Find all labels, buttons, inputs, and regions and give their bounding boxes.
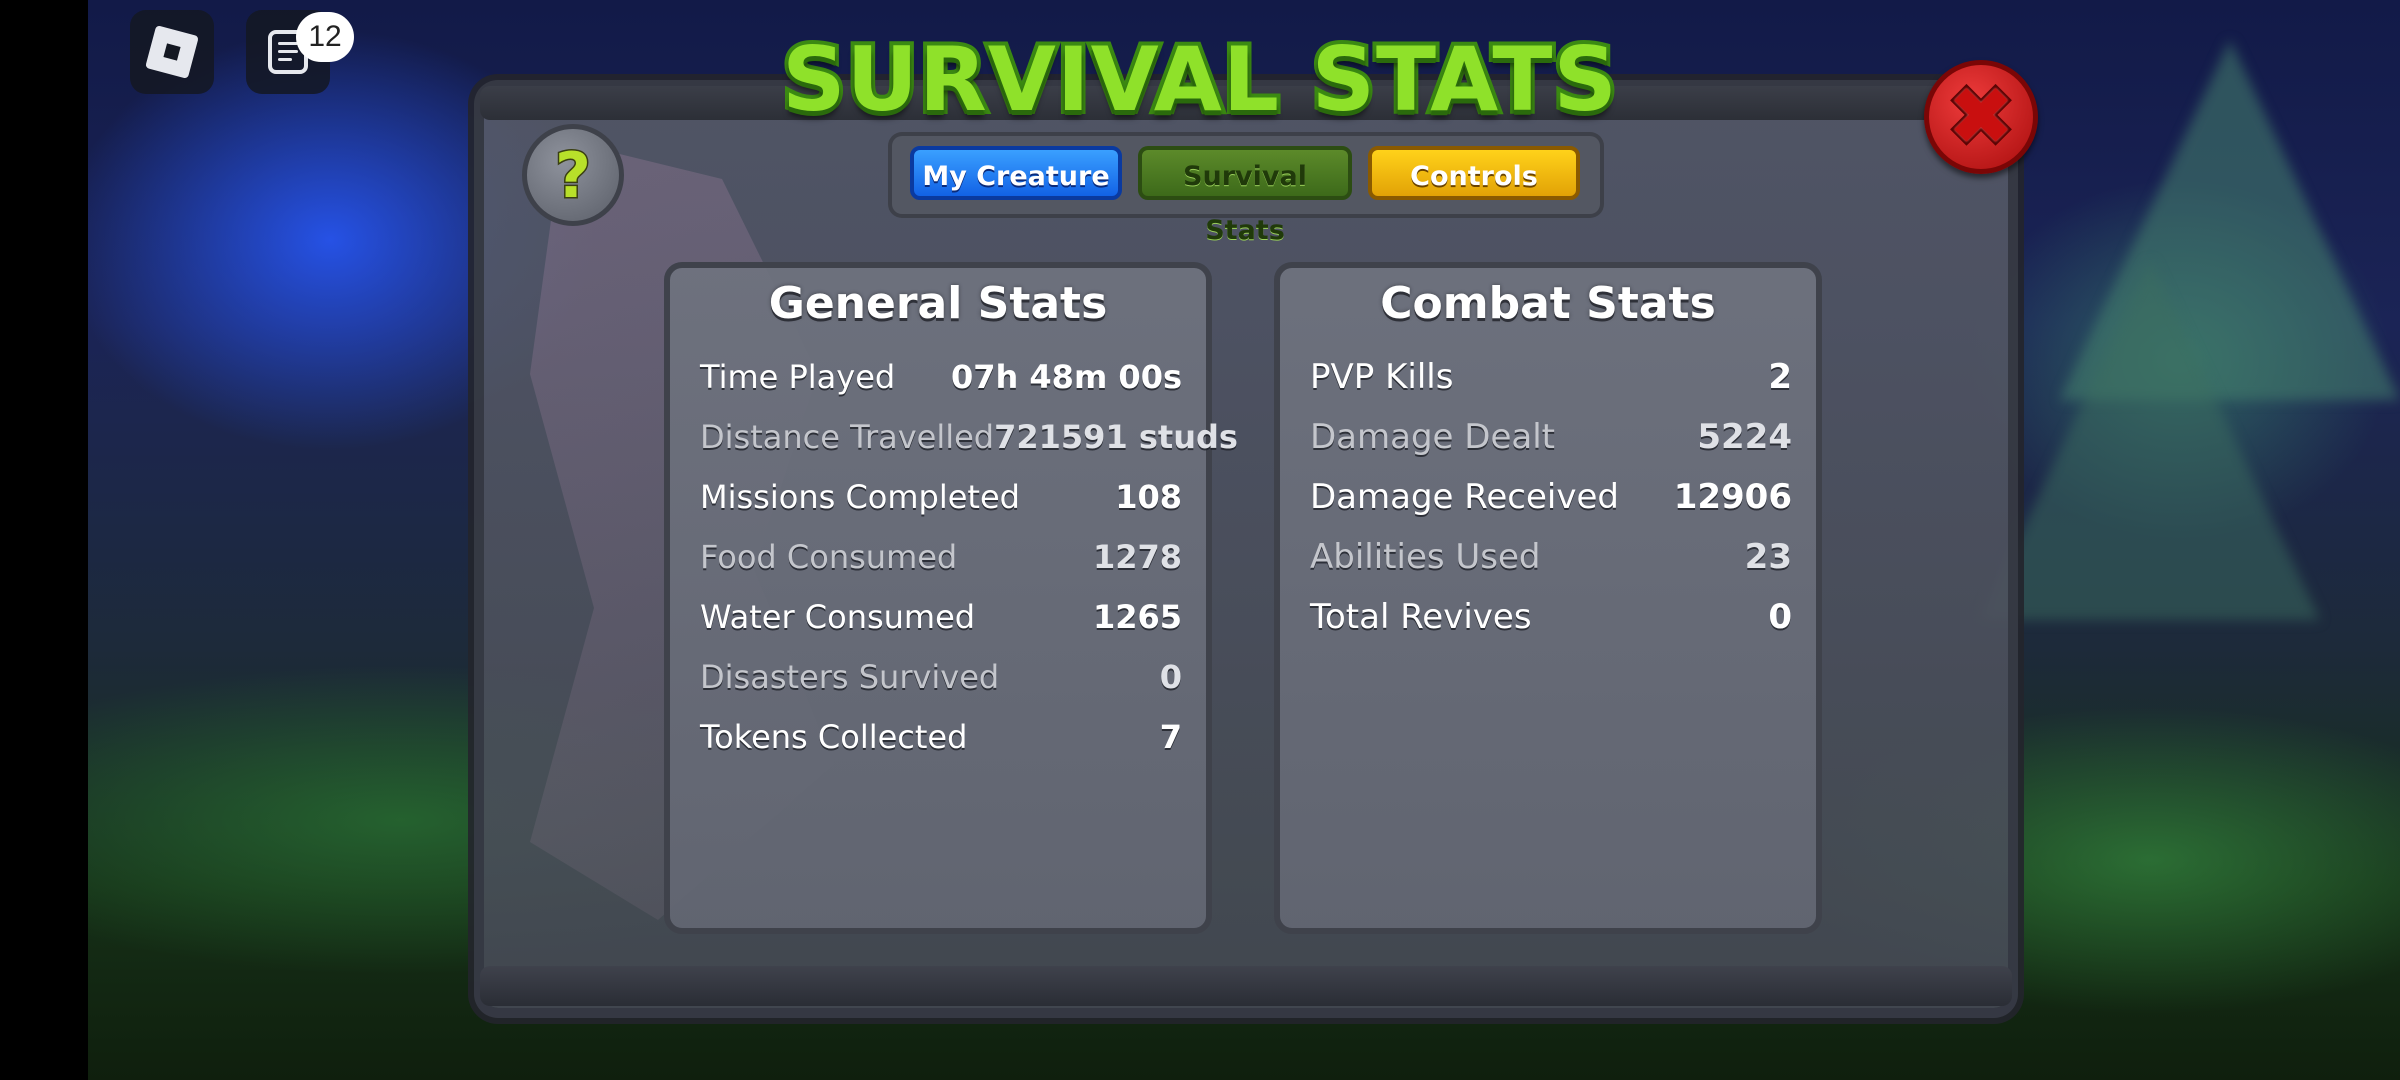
stat-value: 2 bbox=[1768, 357, 1792, 397]
game-viewport: 12 SURVIVAL STATS ? ✖ My Creature Surviv… bbox=[0, 0, 2400, 1080]
close-button[interactable]: ✖ bbox=[1924, 60, 2038, 174]
stat-value: 23 bbox=[1744, 537, 1792, 577]
stat-label: Tokens Collected bbox=[700, 718, 968, 756]
stat-row-water-consumed: Water Consumed 1265 bbox=[700, 592, 1182, 642]
stat-row-damage-received: Damage Received 12906 bbox=[1310, 472, 1792, 522]
stat-row-food-consumed: Food Consumed 1278 bbox=[700, 532, 1182, 582]
stat-label: Damage Dealt bbox=[1310, 417, 1555, 457]
stat-label: Water Consumed bbox=[700, 598, 976, 636]
close-icon: ✖ bbox=[1944, 70, 2017, 163]
stat-label: Total Revives bbox=[1310, 597, 1532, 637]
stat-label: PVP Kills bbox=[1310, 357, 1454, 397]
panel-frame-bottom bbox=[480, 966, 2012, 1006]
stat-value: 108 bbox=[1115, 478, 1182, 516]
stat-label: Missions Completed bbox=[700, 478, 1020, 516]
question-icon: ? bbox=[554, 137, 593, 213]
stat-row-disasters-survived: Disasters Survived 0 bbox=[700, 652, 1182, 702]
stat-value: 721591 studs bbox=[994, 418, 1238, 456]
stat-label: Abilities Used bbox=[1310, 537, 1541, 577]
stat-value: 5224 bbox=[1697, 417, 1792, 457]
stat-value: 0 bbox=[1768, 597, 1792, 637]
stat-label: Time Played bbox=[700, 358, 896, 396]
stat-row-total-revives: Total Revives 0 bbox=[1310, 592, 1792, 642]
background-tree bbox=[1980, 260, 2320, 620]
combat-stats-title: Combat Stats bbox=[1380, 278, 1716, 329]
stat-label: Damage Received bbox=[1310, 477, 1619, 517]
panel-title: SURVIVAL STATS bbox=[778, 24, 1621, 135]
combat-stats-card: Combat Stats PVP Kills 2 Damage Dealt 52… bbox=[1274, 262, 1822, 934]
screen-edge bbox=[0, 0, 88, 1080]
stat-label: Food Consumed bbox=[700, 538, 958, 576]
stat-row-pvp-kills: PVP Kills 2 bbox=[1310, 352, 1792, 402]
stat-row-missions-completed: Missions Completed 108 bbox=[700, 472, 1182, 522]
stat-value: 7 bbox=[1159, 718, 1182, 756]
general-stats-title: General Stats bbox=[768, 278, 1108, 329]
stat-row-abilities-used: Abilities Used 23 bbox=[1310, 532, 1792, 582]
help-button[interactable]: ? bbox=[522, 124, 624, 226]
stat-row-distance-travelled: Distance Travelled 721591 studs bbox=[700, 412, 1238, 462]
stat-row-time-played: Time Played 07h 48m 00s bbox=[700, 352, 1182, 402]
stat-row-tokens-collected: Tokens Collected 7 bbox=[700, 712, 1182, 762]
tab-controls[interactable]: Controls bbox=[1368, 146, 1580, 200]
stat-row-damage-dealt: Damage Dealt 5224 bbox=[1310, 412, 1792, 462]
stat-label: Disasters Survived bbox=[700, 658, 1000, 696]
stat-label: Distance Travelled bbox=[700, 418, 995, 456]
general-stats-card: General Stats Time Played 07h 48m 00s Di… bbox=[664, 262, 1238, 934]
stat-value: 12906 bbox=[1673, 477, 1792, 517]
stat-value: 07h 48m 00s bbox=[950, 358, 1182, 396]
stat-value: 0 bbox=[1159, 658, 1182, 696]
tab-survival-stats[interactable]: Survival Stats bbox=[1138, 146, 1352, 246]
tab-my-creature[interactable]: My Creature bbox=[910, 146, 1122, 200]
stat-value: 1265 bbox=[1092, 598, 1182, 636]
stat-value: 1278 bbox=[1092, 538, 1182, 576]
